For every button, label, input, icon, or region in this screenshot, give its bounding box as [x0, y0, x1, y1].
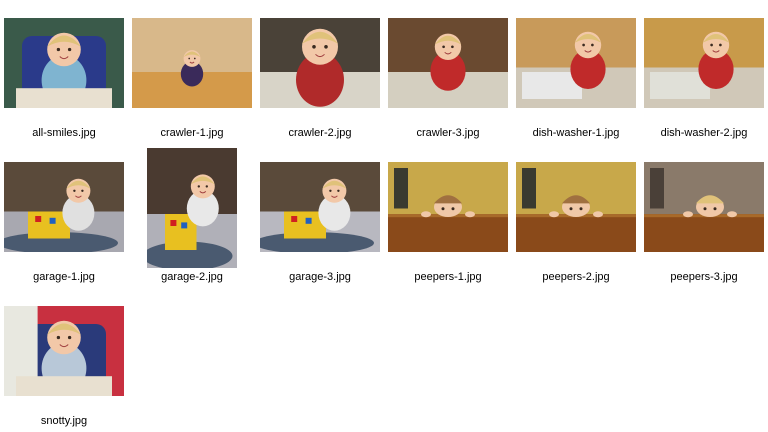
thumbnail-image[interactable] — [260, 18, 380, 108]
photo-graphic — [388, 18, 508, 108]
photo-graphic — [4, 18, 124, 108]
photo-graphic — [4, 162, 124, 252]
thumbnail-image[interactable] — [147, 148, 237, 268]
thumbnail-image[interactable] — [644, 162, 764, 252]
thumbnail-caption[interactable]: peepers-1.jpg — [378, 271, 518, 283]
thumbnail-caption[interactable]: snotty.jpg — [0, 415, 134, 427]
thumbnail-image[interactable] — [4, 306, 124, 396]
thumbnail-image[interactable] — [4, 18, 124, 108]
thumbnail-image[interactable] — [4, 162, 124, 252]
thumbnail-item[interactable]: crawler-2.jpg — [260, 18, 380, 158]
thumbnail-caption[interactable]: garage-3.jpg — [250, 271, 390, 283]
thumbnail-item[interactable]: garage-3.jpg — [260, 162, 380, 302]
photo-graphic — [260, 162, 380, 252]
thumbnail-caption[interactable]: peepers-2.jpg — [506, 271, 646, 283]
thumbnail-image[interactable] — [388, 18, 508, 108]
photo-graphic — [516, 18, 636, 108]
thumbnail-caption[interactable]: dish-washer-2.jpg — [634, 127, 768, 139]
thumbnail-gallery: all-smiles.jpg crawler-1.jpg crawler-2.j… — [0, 0, 768, 432]
photo-graphic — [644, 162, 764, 252]
thumbnail-caption[interactable]: crawler-2.jpg — [250, 127, 390, 139]
thumbnail-caption[interactable]: garage-1.jpg — [0, 271, 134, 283]
thumbnail-item[interactable]: garage-2.jpg — [124, 148, 244, 302]
thumbnail-caption[interactable]: all-smiles.jpg — [0, 127, 134, 139]
thumbnail-item[interactable]: garage-1.jpg — [4, 162, 124, 302]
thumbnail-caption[interactable]: peepers-3.jpg — [634, 271, 768, 283]
photo-graphic — [132, 18, 252, 108]
thumbnail-caption[interactable]: crawler-1.jpg — [122, 127, 262, 139]
thumbnail-image[interactable] — [516, 162, 636, 252]
thumbnail-image[interactable] — [644, 18, 764, 108]
thumbnail-item[interactable]: dish-washer-2.jpg — [644, 18, 764, 158]
thumbnail-item[interactable]: peepers-2.jpg — [516, 162, 636, 302]
thumbnail-item[interactable]: dish-washer-1.jpg — [516, 18, 636, 158]
thumbnail-caption[interactable]: crawler-3.jpg — [378, 127, 518, 139]
photo-graphic — [260, 18, 380, 108]
photo-graphic — [644, 18, 764, 108]
thumbnail-caption[interactable]: garage-2.jpg — [122, 271, 262, 283]
thumbnail-image[interactable] — [260, 162, 380, 252]
thumbnail-image[interactable] — [388, 162, 508, 252]
thumbnail-item[interactable]: peepers-1.jpg — [388, 162, 508, 302]
thumbnail-caption[interactable]: dish-washer-1.jpg — [506, 127, 646, 139]
photo-graphic — [4, 306, 124, 396]
thumbnail-item[interactable]: crawler-1.jpg — [132, 18, 252, 158]
photo-graphic — [147, 148, 237, 268]
photo-graphic — [388, 162, 508, 252]
thumbnail-image[interactable] — [516, 18, 636, 108]
thumbnail-item[interactable]: crawler-3.jpg — [388, 18, 508, 158]
thumbnail-item[interactable]: all-smiles.jpg — [4, 18, 124, 158]
thumbnail-item[interactable]: peepers-3.jpg — [644, 162, 764, 302]
thumbnail-image[interactable] — [132, 18, 252, 108]
thumbnail-item[interactable]: snotty.jpg — [4, 306, 124, 432]
photo-graphic — [516, 162, 636, 252]
